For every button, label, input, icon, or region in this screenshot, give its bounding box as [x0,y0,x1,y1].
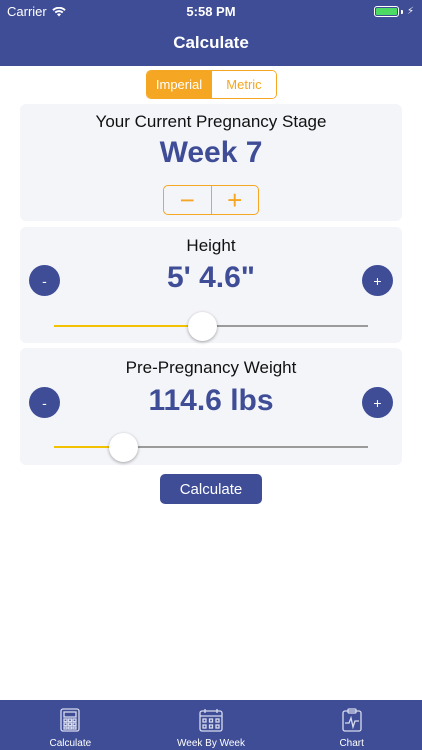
height-slider-fill [54,325,202,327]
height-decrease-button[interactable]: - [29,265,60,296]
height-slider-thumb[interactable] [187,312,217,341]
tab-week-by-week-label: Week By Week [177,738,245,749]
tab-chart[interactable]: Chart [281,700,422,750]
calculator-icon [60,708,80,738]
weight-card: Pre-Pregnancy Weight 114.6 lbs - + [20,348,402,465]
segment-imperial[interactable]: Imperial [147,71,211,98]
status-time: 5:58 PM [186,4,236,19]
tab-chart-label: Chart [339,738,364,749]
weight-label: Pre-Pregnancy Weight [125,358,297,377]
calendar-icon [199,708,223,738]
chart-icon [342,708,362,738]
tab-bar: Calculate Week By Week Chart [0,700,422,750]
weight-slider-track[interactable] [54,446,368,448]
charging-icon: ⚡ [406,6,414,17]
weight-slider-thumb[interactable] [108,433,138,462]
height-increase-button[interactable]: + [362,265,393,296]
status-bar: Carrier 5:58 PM ⚡ [0,0,422,22]
calculate-button[interactable]: Calculate [160,474,262,504]
unit-segmented-control: Imperial Metric [146,70,277,99]
stage-value: Week 7 [159,136,263,169]
header: Carrier 5:58 PM ⚡ Calculate [0,0,422,66]
height-label: Height [186,236,236,255]
tab-week-by-week[interactable]: Week By Week [141,700,282,750]
week-decrement-button[interactable]: − [164,186,211,214]
tab-calculate[interactable]: Calculate [0,700,141,750]
weight-increase-button[interactable]: + [362,387,393,418]
week-stepper: − + [163,185,259,215]
tab-calculate-label: Calculate [49,738,92,749]
height-value: 5' 4.6" [166,261,256,294]
battery-icon: ⚡ [373,6,414,17]
height-card: Height 5' 4.6" - + [20,227,402,343]
weight-value: 114.6 lbs [148,384,274,417]
segment-metric[interactable]: Metric [211,71,276,98]
weight-decrease-button[interactable]: - [29,387,60,418]
pregnancy-stage-card: Your Current Pregnancy Stage Week 7 − + [20,104,402,221]
week-increment-button[interactable]: + [210,186,259,214]
stage-label: Your Current Pregnancy Stage [95,112,327,131]
page-title: Calculate [173,33,249,52]
